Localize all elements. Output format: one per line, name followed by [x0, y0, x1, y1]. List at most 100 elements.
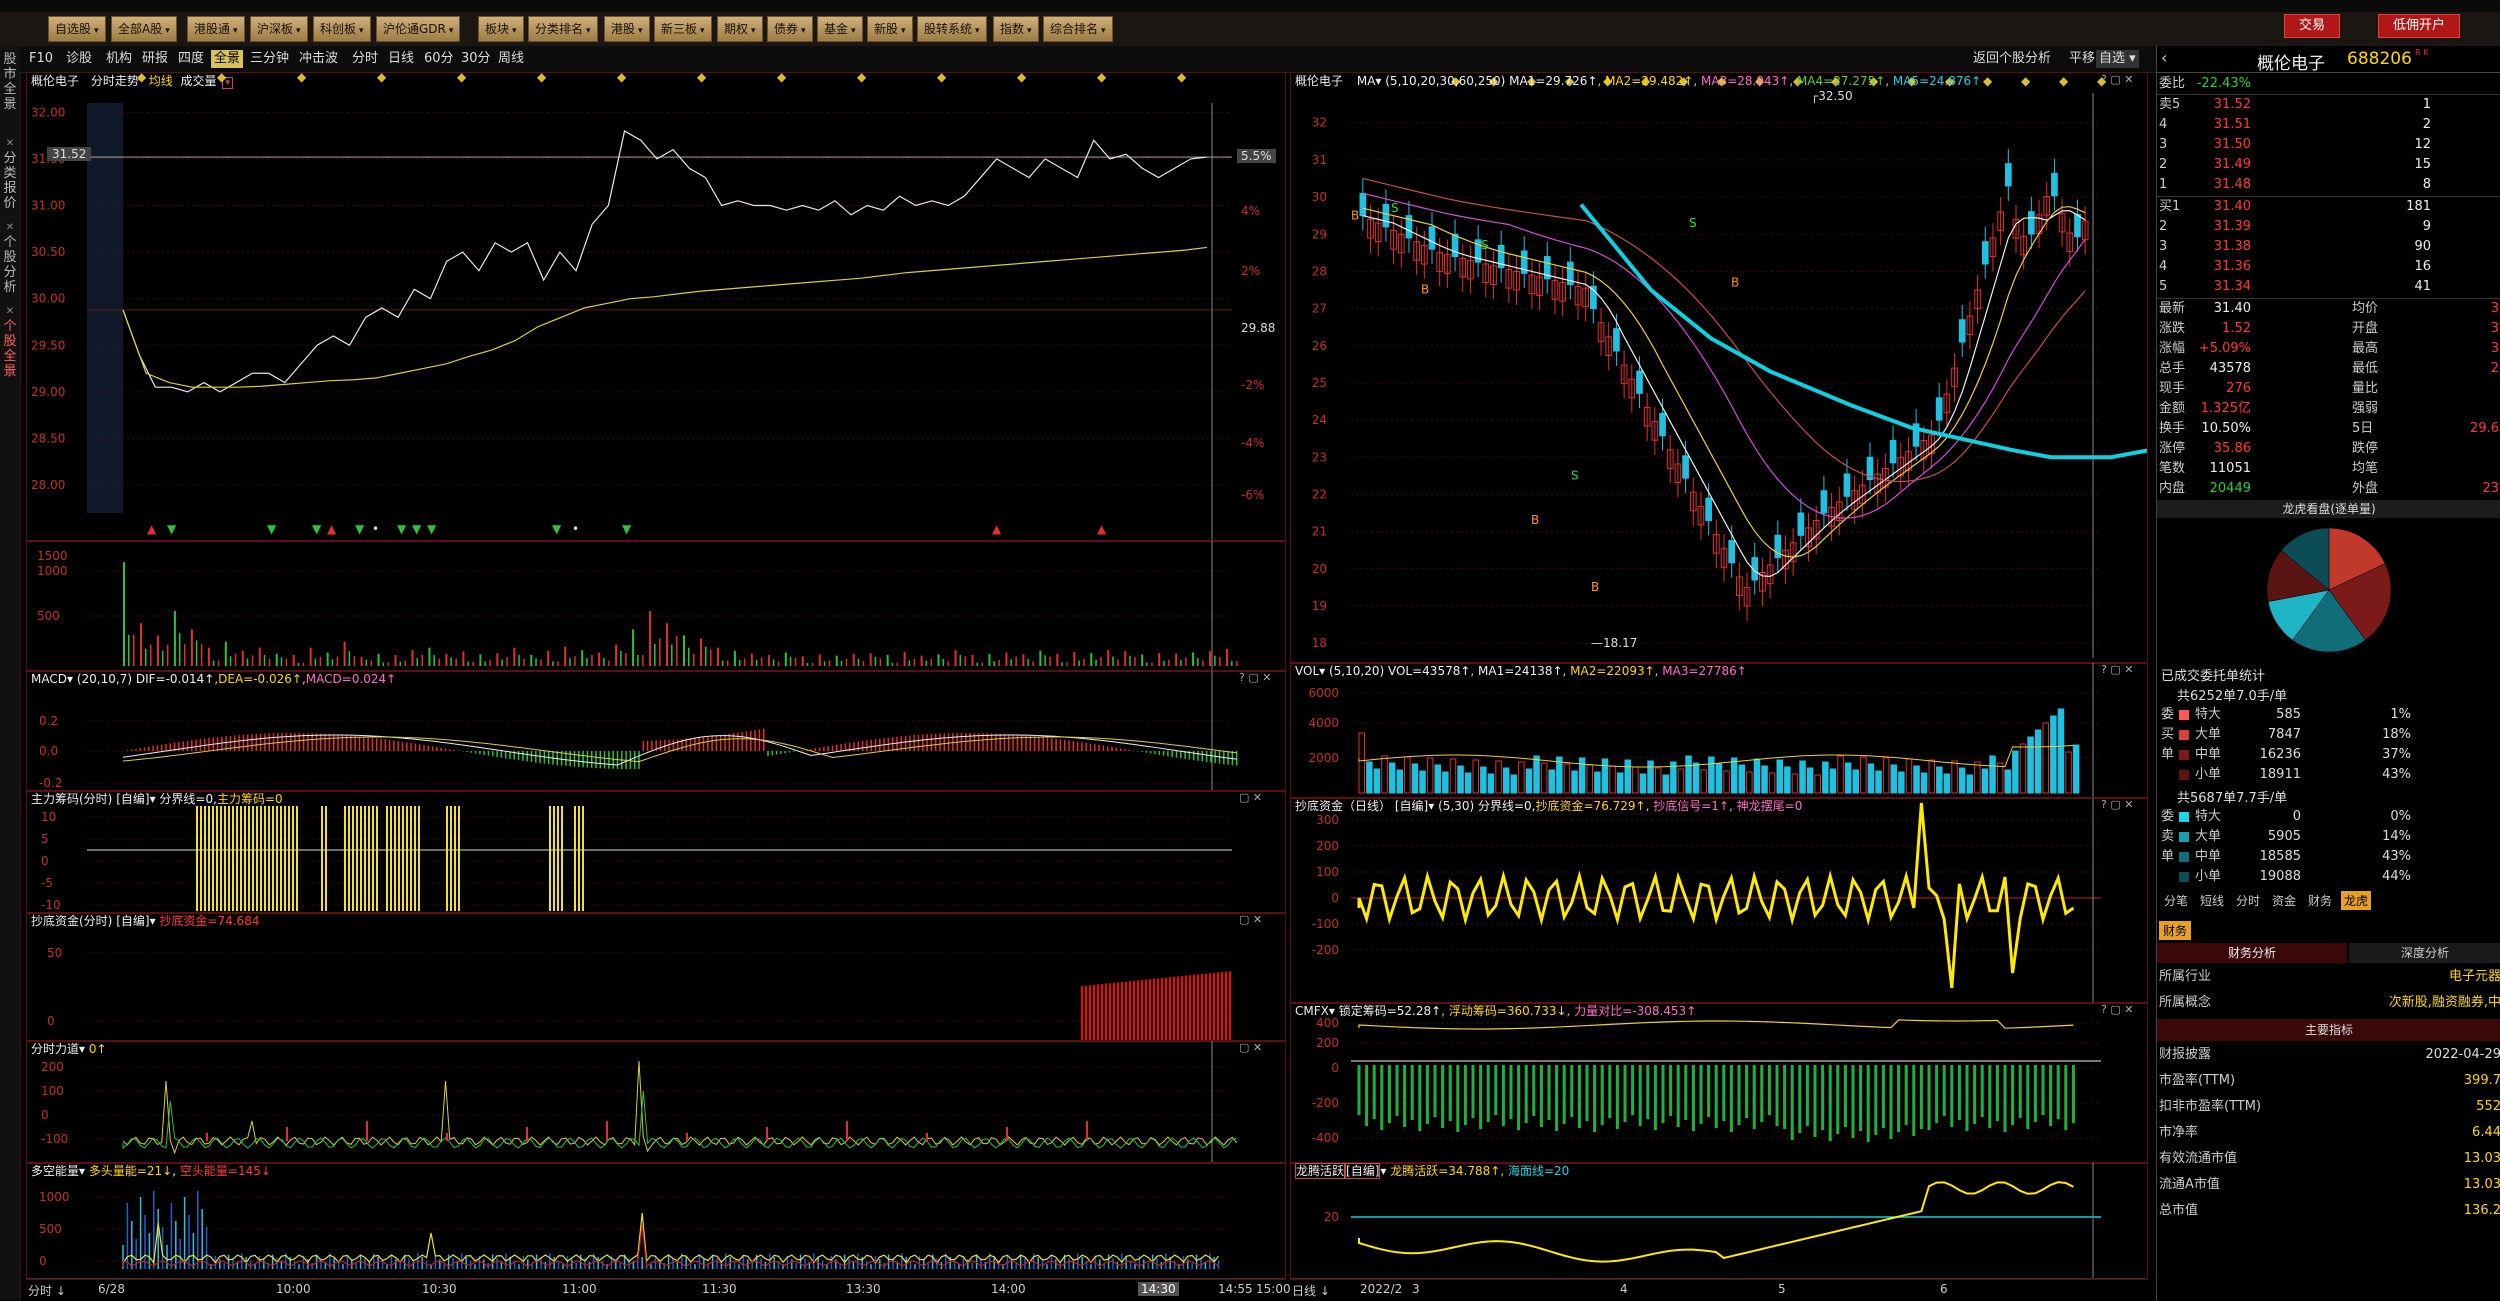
quote-tab-1[interactable]: 短线 — [2197, 891, 2227, 910]
toolbar-item-7[interactable]: 冲击波 — [296, 50, 341, 68]
key-label: 扣非市盈率(TTM) — [2159, 1099, 2262, 1114]
nav-button-10[interactable]: 期权 ▾ — [717, 16, 763, 42]
zljm-label[interactable]: 主力筹码(分时) — [31, 792, 112, 806]
panel-controls[interactable]: ? ▢ ✕ — [2101, 73, 2133, 86]
toolbar-item-1[interactable]: 诊股 — [63, 50, 95, 68]
quote-tab-3[interactable]: 资金 — [2269, 891, 2299, 910]
panel-controls[interactable]: ? ▢ ✕ — [1239, 671, 1271, 684]
panel-controls[interactable]: ? ▢ ✕ — [2101, 663, 2133, 676]
nav-button-8[interactable]: 港股 ▾ — [604, 16, 650, 42]
quote-tab-0[interactable]: 分笔 — [2161, 891, 2191, 910]
size-label: 大单 — [2195, 829, 2222, 844]
vol-label[interactable]: VOL — [1295, 664, 1319, 678]
panel-controls[interactable]: ▢ ✕ — [1239, 1041, 1262, 1054]
toolbar-item-2[interactable]: 机构 — [103, 50, 135, 68]
left-tab-2[interactable]: ✕ 个 股 分 析 — [0, 220, 20, 295]
daily-vol-title: VOL▾ (5,10,20) VOL=43578↑, MA1=24138↑, M… — [1295, 664, 1747, 678]
back-arrow-icon[interactable]: ‹ — [2161, 48, 2167, 67]
trade-button[interactable]: 交易 — [2284, 14, 2341, 38]
watchlist-selector[interactable]: 自选 ▾ — [2096, 50, 2139, 68]
nav-button-2[interactable]: 港股通 ▾ — [187, 16, 245, 42]
left-tab-0[interactable]: 股 市 全 景 — [0, 52, 20, 112]
nav-button-9[interactable]: 新三板 ▾ — [654, 16, 712, 42]
volume-bar — [574, 656, 576, 666]
lths-label[interactable]: 龙腾活跃 — [1295, 1163, 1346, 1179]
volume-bar — [913, 658, 916, 666]
panel-controls[interactable]: ▢ ✕ — [1239, 791, 1262, 804]
volume-bar — [1525, 768, 1533, 794]
back-to-analysis-link[interactable]: 返回个股分析 — [1970, 50, 2054, 68]
volume-bar — [1141, 654, 1144, 666]
bid-row[interactable]: 3 31.38 90 — [2157, 237, 2500, 257]
quote-tab-4[interactable]: 财务 — [2305, 891, 2335, 910]
toolbar-item-12[interactable]: 周线 — [495, 50, 527, 68]
quote-tab-2[interactable]: 分时 — [2233, 891, 2263, 910]
dkn-label[interactable]: 多空能量 — [31, 1164, 79, 1178]
bid-row[interactable]: 5 31.34 41 — [2157, 277, 2500, 297]
cdzj-tick: -100 — [1312, 917, 1339, 931]
ma-selector[interactable]: MA — [1357, 74, 1376, 88]
nav-button-5[interactable]: 沪伦通GDR ▾ — [376, 16, 461, 42]
ask-row[interactable]: 卖5 31.52 1 — [2157, 95, 2500, 115]
volume-bar — [377, 653, 380, 666]
open-account-button[interactable]: 低佣开户 — [2378, 14, 2461, 38]
dcdzj-label[interactable]: 抄底资金（日线） — [1295, 799, 1391, 813]
panel-controls[interactable]: ▢ ✕ — [1239, 913, 1262, 926]
side-label: 委 — [2161, 707, 2175, 722]
volume-bar — [326, 652, 329, 666]
ask-row[interactable]: 2 31.49 15 — [2157, 155, 2500, 175]
fsld-label[interactable]: 分时力道 — [31, 1042, 79, 1056]
toolbar-item-5[interactable]: 全景 — [211, 50, 244, 68]
pan-toggle[interactable]: 平移 — [2066, 50, 2098, 68]
toolbar-item-4[interactable]: 四度 — [175, 50, 207, 68]
date-label-0[interactable]: 日线 ↓ — [1292, 1282, 1330, 1299]
nav-button-4[interactable]: 科创板 ▾ — [313, 16, 371, 42]
left-tab-3[interactable]: ✕ 个 股 全 景 — [0, 304, 20, 379]
nav-button-14[interactable]: 股转系统 ▾ — [917, 16, 987, 42]
deep-analysis-tab[interactable]: 深度分析 — [2349, 943, 2500, 963]
close-icon[interactable]: ✕ — [0, 136, 20, 151]
nav-button-6[interactable]: 板块 ▾ — [478, 16, 524, 42]
toolbar-item-9[interactable]: 日线 — [385, 50, 417, 68]
nav-button-15[interactable]: 指数 ▾ — [993, 16, 1039, 42]
dcdzj-val: 抄底资金=76.729↑ — [1535, 799, 1646, 813]
quote-tab-5[interactable]: 龙虎 — [2341, 891, 2372, 910]
price-tick: 28 — [1312, 264, 1327, 278]
panel-controls[interactable]: ? ▢ ✕ — [2101, 798, 2133, 811]
nav-button-3[interactable]: 沪深板 ▾ — [250, 16, 308, 42]
nav-button-0[interactable]: 自选股 ▾ — [48, 16, 106, 42]
toolbar-item-0[interactable]: F10 — [26, 50, 56, 68]
macd-label[interactable]: MACD — [31, 672, 67, 686]
volume-bar — [190, 629, 193, 666]
toolbar-item-10[interactable]: 60分 — [421, 50, 457, 68]
toolbar-item-6[interactable]: 三分钟 — [247, 50, 292, 68]
stat-label: 现手 — [2159, 381, 2186, 396]
ask-row[interactable]: 4 31.51 2 — [2157, 115, 2500, 135]
stat-label: 内盘 — [2159, 481, 2186, 496]
nav-button-16[interactable]: 综合排名 ▾ — [1043, 16, 1113, 42]
nav-button-12[interactable]: 基金 ▾ — [817, 16, 863, 42]
cmfx-label[interactable]: CMFX — [1295, 1004, 1329, 1018]
panel-controls[interactable]: ? ▢ ✕ — [2101, 1003, 2133, 1016]
toolbar-item-11[interactable]: 30分 — [458, 50, 494, 68]
nav-button-1[interactable]: 全部A股 ▾ — [111, 16, 177, 42]
finance-tab[interactable]: 财务 — [2159, 921, 2192, 940]
finance-analysis-tab[interactable]: 财务分析 — [2157, 943, 2347, 963]
current-price-marker: 31.52 — [47, 147, 92, 161]
bid-row[interactable]: 买1 31.40 181 — [2157, 197, 2500, 217]
close-icon[interactable]: ✕ — [0, 304, 20, 319]
left-tab-1[interactable]: ✕ 分 类 报 价 — [0, 136, 20, 211]
ask-row[interactable]: 3 31.50 12 — [2157, 135, 2500, 155]
cdzj-label[interactable]: 抄底资金(分时) — [31, 914, 112, 928]
nav-button-13[interactable]: 新股 ▾ — [867, 16, 913, 42]
toolbar-item-8[interactable]: 分时 — [349, 50, 381, 68]
ask-row[interactable]: 1 31.48 8 — [2157, 175, 2500, 195]
nav-button-7[interactable]: 分类排名 ▾ — [528, 16, 598, 42]
time-label-0[interactable]: 分时 ↓ — [28, 1282, 66, 1299]
nav-button-11[interactable]: 债券 ▾ — [767, 16, 813, 42]
toolbar-item-3[interactable]: 研报 — [139, 50, 171, 68]
close-icon[interactable]: ✕ — [0, 220, 20, 235]
volume-bar — [959, 654, 962, 666]
bid-row[interactable]: 4 31.36 16 — [2157, 257, 2500, 277]
bid-row[interactable]: 2 31.39 9 — [2157, 217, 2500, 237]
